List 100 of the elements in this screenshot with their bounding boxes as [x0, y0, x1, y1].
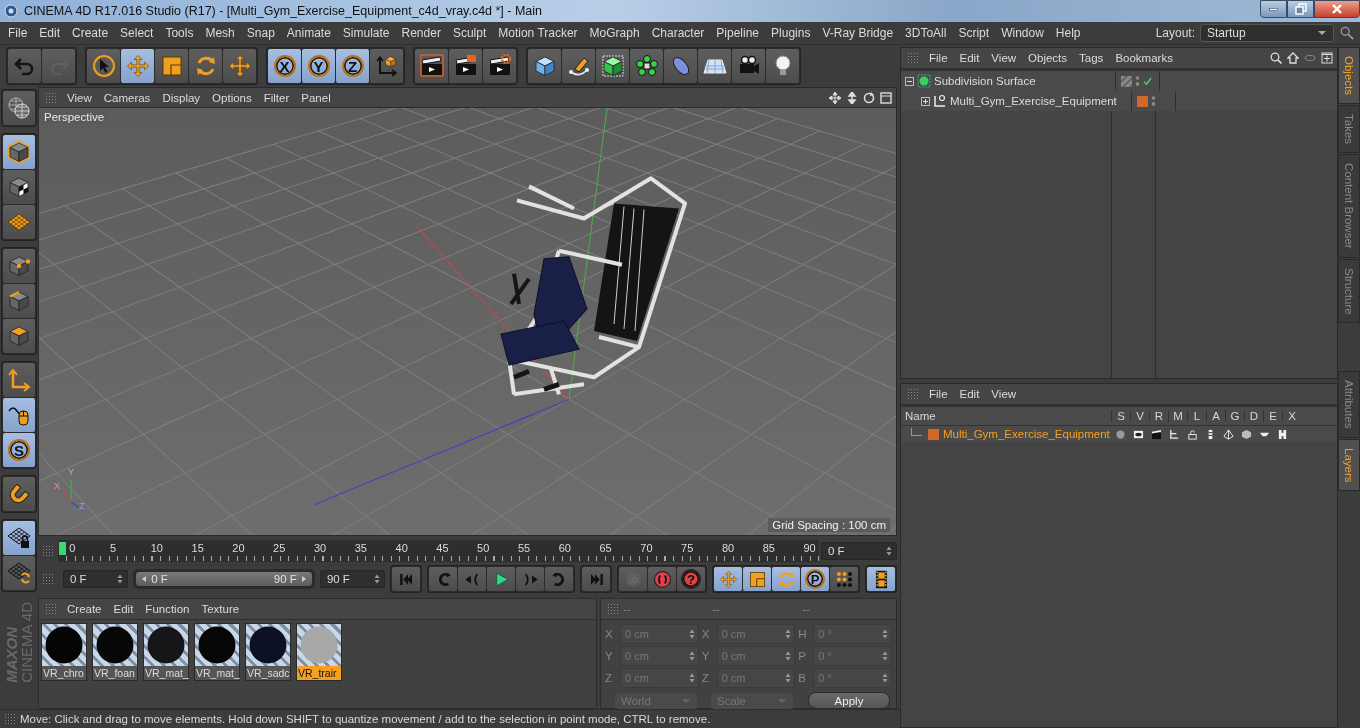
- record-button[interactable]: [648, 567, 676, 591]
- object-name[interactable]: Multi_Gym_Exercise_Equipment: [950, 95, 1117, 107]
- maximize-button[interactable]: [1287, 0, 1314, 18]
- coords-button[interactable]: [370, 49, 403, 83]
- play-button[interactable]: [487, 567, 515, 591]
- column-header[interactable]: V: [1130, 410, 1149, 422]
- render-view-button[interactable]: [415, 49, 448, 83]
- column-header[interactable]: E: [1263, 410, 1282, 422]
- next-key-button[interactable]: [545, 567, 573, 591]
- menu-item[interactable]: Options: [206, 91, 258, 104]
- column-header[interactable]: Name: [901, 410, 1111, 422]
- select-button[interactable]: [87, 49, 120, 83]
- timeline-ruler[interactable]: 0 5 10 15 20 25 30 35 40 45 50 55 60 65 70 75 80 85 90: [58, 540, 819, 562]
- right-arrow-icon[interactable]: [299, 575, 308, 583]
- menu-item[interactable]: Tools: [159, 26, 200, 40]
- menu-item[interactable]: Display: [156, 91, 207, 104]
- material-swatch[interactable]: VR_trair: [296, 623, 342, 681]
- layer-color-swatch[interactable]: [928, 428, 939, 440]
- object-name[interactable]: Subdivision Surface: [934, 75, 1036, 87]
- scale-button[interactable]: [155, 49, 188, 83]
- orbit-icon[interactable]: [863, 91, 875, 104]
- menu-item[interactable]: View: [985, 388, 1023, 400]
- spinner-icon[interactable]: [882, 651, 888, 661]
- solo-dot-icon[interactable]: [1114, 428, 1126, 440]
- spinner-icon[interactable]: [785, 651, 792, 661]
- material-swatch[interactable]: VR_chro: [41, 623, 87, 681]
- spinner-icon[interactable]: [882, 673, 888, 683]
- menu-item[interactable]: Motion Tracker: [492, 26, 584, 40]
- pen-button[interactable]: [562, 49, 595, 83]
- menu-item[interactable]: File: [923, 52, 954, 64]
- floor-button[interactable]: [698, 49, 731, 83]
- search-icon[interactable]: [1270, 52, 1282, 64]
- minimize-button[interactable]: [1260, 0, 1287, 18]
- column-header[interactable]: A: [1206, 410, 1225, 422]
- menu-item[interactable]: File: [923, 388, 954, 400]
- maximize-view-icon[interactable]: [880, 91, 892, 104]
- side-tab[interactable]: Objects: [1338, 47, 1360, 104]
- material-swatch[interactable]: VR_foan: [92, 623, 138, 681]
- scale-button[interactable]: [743, 567, 771, 591]
- object-row[interactable]: Subdivision Surface: [901, 71, 1337, 91]
- undo-button[interactable]: [8, 49, 41, 83]
- menu-item[interactable]: Plugins: [765, 26, 817, 40]
- layer-color-swatch[interactable]: [1137, 95, 1148, 107]
- spinner-icon[interactable]: [882, 629, 888, 639]
- current-frame-field[interactable]: 0 F: [821, 542, 897, 560]
- menu-item[interactable]: Simulate: [336, 26, 396, 40]
- material-swatch[interactable]: VR_sadc: [245, 623, 291, 681]
- menu-item[interactable]: Create: [61, 603, 108, 615]
- spinner-icon[interactable]: [886, 546, 892, 556]
- cloner-button[interactable]: [630, 49, 663, 83]
- spinner-icon[interactable]: [688, 629, 695, 639]
- material-swatch[interactable]: VR_mat_: [143, 623, 189, 681]
- deformer-button[interactable]: [664, 49, 697, 83]
- axis-lock-button[interactable]: X: [268, 49, 301, 83]
- object-row[interactable]: Multi_Gym_Exercise_Equipment: [901, 91, 1337, 111]
- material-swatch[interactable]: VR_mat_: [194, 623, 240, 681]
- column-header[interactable]: R: [1149, 410, 1168, 422]
- menu-item[interactable]: Edit: [33, 26, 67, 40]
- polygons-button[interactable]: [3, 319, 35, 353]
- column-header[interactable]: X: [1282, 410, 1301, 422]
- pyramid-icon[interactable]: [1222, 428, 1234, 440]
- menu-item[interactable]: Character: [645, 26, 711, 40]
- menu-item[interactable]: Sculpt: [446, 26, 493, 40]
- new-panel-icon[interactable]: [1321, 52, 1333, 64]
- menu-item[interactable]: Script: [952, 26, 996, 40]
- menu-item[interactable]: Edit: [953, 388, 986, 400]
- ellipse-icon[interactable]: [1304, 52, 1316, 64]
- cube-button[interactable]: [528, 49, 561, 83]
- camera-button[interactable]: [732, 49, 765, 83]
- zoom-icon[interactable]: [846, 91, 858, 104]
- axis-lock-button[interactable]: Z: [336, 49, 369, 83]
- tweak-button[interactable]: [3, 398, 35, 432]
- prev-frame-button[interactable]: [458, 567, 486, 591]
- model-button[interactable]: [3, 135, 35, 169]
- menu-item[interactable]: Snap: [240, 26, 281, 40]
- close-button[interactable]: [1314, 0, 1360, 18]
- menu-item[interactable]: Animate: [280, 26, 337, 40]
- menu-item[interactable]: File: [2, 26, 34, 40]
- menu-item[interactable]: View: [61, 91, 98, 104]
- menu-item[interactable]: Edit: [953, 52, 986, 64]
- light-button[interactable]: [766, 49, 799, 83]
- lock-icon[interactable]: [1186, 428, 1198, 440]
- next-frame-button[interactable]: [516, 567, 544, 591]
- menu-item[interactable]: Function: [139, 603, 196, 615]
- rotate-button[interactable]: [189, 49, 222, 83]
- edges-button[interactable]: [3, 284, 35, 318]
- end-frame-field[interactable]: 90 F: [319, 570, 385, 588]
- menu-item[interactable]: Filter: [257, 91, 296, 104]
- pla-button[interactable]: [830, 567, 858, 591]
- playhead-marker[interactable]: [59, 542, 66, 555]
- axis-button[interactable]: [3, 363, 35, 397]
- menu-item[interactable]: Create: [66, 26, 115, 40]
- render-settings-button[interactable]: [483, 49, 516, 83]
- menu-item[interactable]: Select: [114, 26, 160, 40]
- caret-icon[interactable]: [1317, 30, 1327, 36]
- solo-button[interactable]: S: [3, 433, 35, 467]
- subdiv-button[interactable]: [596, 49, 629, 83]
- column-header[interactable]: S: [1111, 410, 1130, 422]
- menu-item[interactable]: Objects: [1022, 52, 1074, 64]
- menu-item[interactable]: Mesh: [199, 26, 241, 40]
